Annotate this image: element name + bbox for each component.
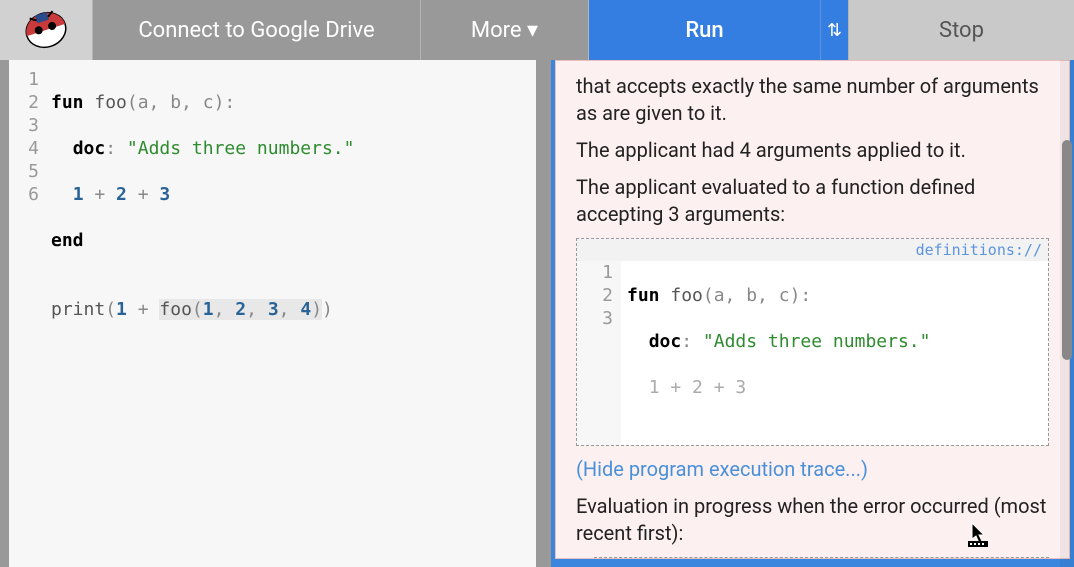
connect-gdrive-button[interactable]: Connect to Google Drive (92, 0, 420, 60)
pointer-cursor-icon (964, 521, 992, 549)
run-dropdown-button[interactable]: ⇅ (820, 0, 848, 60)
execution-trace: definitions:// 1 fun foo(a, b, c): ↗ def… (576, 557, 1049, 559)
error-text-line: The applicant evaluated to a function de… (576, 174, 1049, 228)
snippet-origin-link[interactable]: definitions:// (577, 239, 1048, 261)
scrollbar-track[interactable] (1060, 60, 1074, 567)
main-split: 1 2 3 4 5 6 fun foo(a, b, c): doc: "Adds… (0, 60, 1074, 567)
error-text-line: that accepts exactly the same number of … (576, 73, 1049, 127)
snippet-gutter: 1 2 3 (577, 261, 621, 445)
more-menu-button[interactable]: More ▾ (420, 0, 588, 60)
interactions-pane: that accepts exactly the same number of … (551, 60, 1074, 567)
toolbar: Connect to Google Drive More ▾ Run ⇅ Sto… (0, 0, 1074, 60)
pane-divider[interactable] (536, 60, 551, 567)
logo-cell (0, 0, 92, 60)
stop-button[interactable]: Stop (848, 0, 1074, 60)
editor-line-gutter: 1 2 3 4 5 6 (9, 60, 45, 567)
code-snippet: definitions:// 1 2 3 fun foo(a, b, c): d… (576, 238, 1049, 446)
scrollbar-thumb[interactable] (1062, 140, 1072, 360)
hide-trace-link[interactable]: (Hide program execution trace...) (576, 456, 1049, 483)
editor-code-area[interactable]: fun foo(a, b, c): doc: "Adds three numbe… (45, 60, 536, 567)
snippet-origin-link[interactable]: definitions:// (595, 558, 1048, 559)
code-snippet: definitions:// 1 fun foo(a, b, c): (594, 557, 1049, 559)
pyret-logo-icon (24, 8, 68, 52)
snippet-code: fun foo(a, b, c): doc: "Adds three numbe… (621, 261, 1048, 445)
error-panel: that accepts exactly the same number of … (555, 60, 1070, 559)
left-margin (0, 60, 9, 567)
definitions-editor[interactable]: 1 2 3 4 5 6 fun foo(a, b, c): doc: "Adds… (9, 60, 536, 567)
run-button[interactable]: Run (588, 0, 820, 60)
error-text-line: The applicant had 4 arguments applied to… (576, 137, 1049, 164)
